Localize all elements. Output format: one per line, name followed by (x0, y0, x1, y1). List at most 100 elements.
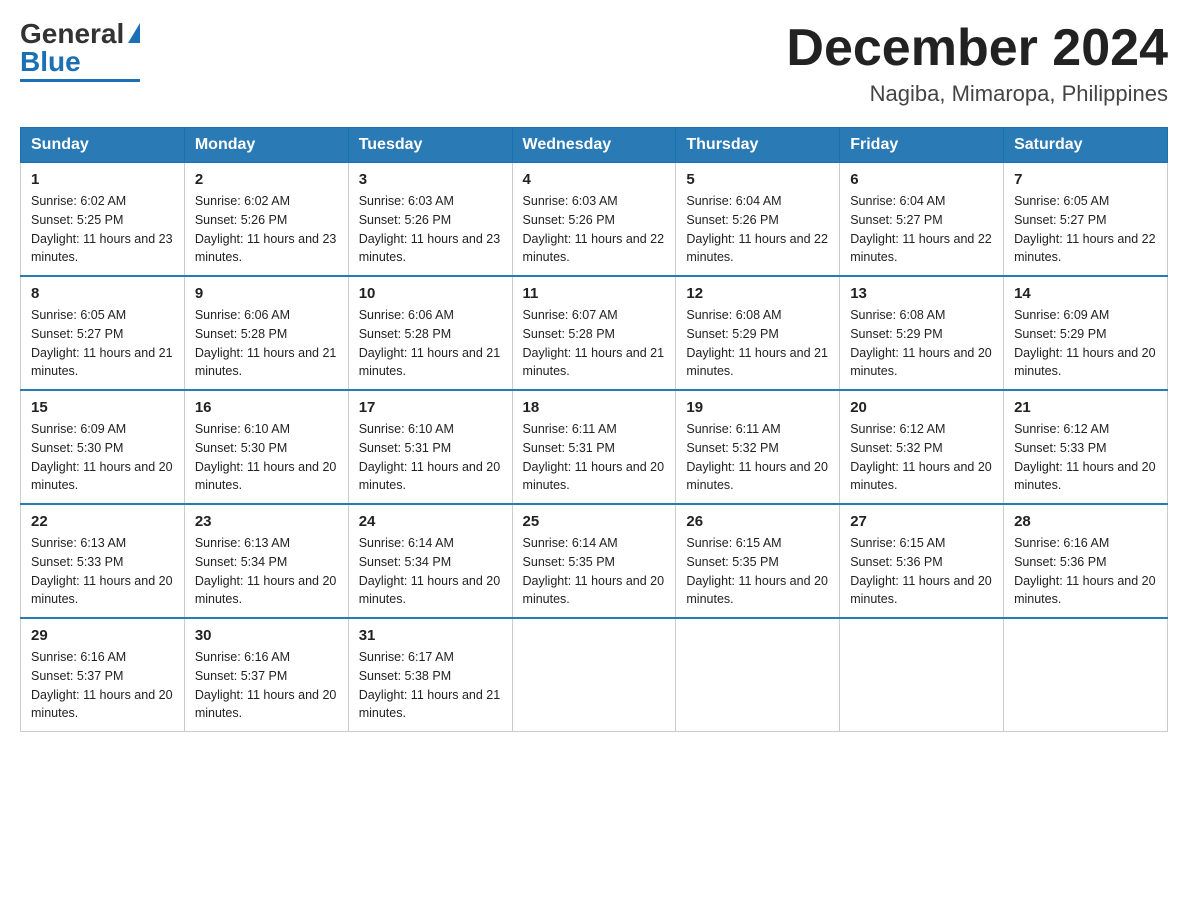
day-info: Sunrise: 6:05 AM Sunset: 5:27 PM Dayligh… (1014, 192, 1157, 267)
day-number: 27 (850, 513, 993, 530)
header-saturday: Saturday (1004, 128, 1168, 163)
week-row-3: 15 Sunrise: 6:09 AM Sunset: 5:30 PM Dayl… (21, 390, 1168, 504)
calendar-cell: 18 Sunrise: 6:11 AM Sunset: 5:31 PM Dayl… (512, 390, 676, 504)
calendar-cell: 25 Sunrise: 6:14 AM Sunset: 5:35 PM Dayl… (512, 504, 676, 618)
location-title: Nagiba, Mimaropa, Philippines (786, 81, 1168, 107)
calendar-cell: 11 Sunrise: 6:07 AM Sunset: 5:28 PM Dayl… (512, 276, 676, 390)
day-info: Sunrise: 6:11 AM Sunset: 5:31 PM Dayligh… (523, 420, 666, 495)
day-number: 29 (31, 627, 174, 644)
logo-general-text: General (20, 20, 124, 48)
day-info: Sunrise: 6:02 AM Sunset: 5:25 PM Dayligh… (31, 192, 174, 267)
day-info: Sunrise: 6:12 AM Sunset: 5:33 PM Dayligh… (1014, 420, 1157, 495)
day-info: Sunrise: 6:14 AM Sunset: 5:35 PM Dayligh… (523, 534, 666, 609)
header-row: SundayMondayTuesdayWednesdayThursdayFrid… (21, 128, 1168, 163)
calendar-cell (840, 618, 1004, 732)
day-info: Sunrise: 6:06 AM Sunset: 5:28 PM Dayligh… (359, 306, 502, 381)
calendar-cell: 20 Sunrise: 6:12 AM Sunset: 5:32 PM Dayl… (840, 390, 1004, 504)
day-number: 21 (1014, 399, 1157, 416)
calendar-cell: 21 Sunrise: 6:12 AM Sunset: 5:33 PM Dayl… (1004, 390, 1168, 504)
logo-blue-text: Blue (20, 48, 81, 76)
header-sunday: Sunday (21, 128, 185, 163)
header-monday: Monday (184, 128, 348, 163)
logo-triangle-icon (128, 23, 140, 43)
calendar-cell: 4 Sunrise: 6:03 AM Sunset: 5:26 PM Dayli… (512, 163, 676, 277)
day-info: Sunrise: 6:04 AM Sunset: 5:26 PM Dayligh… (686, 192, 829, 267)
day-number: 4 (523, 171, 666, 188)
day-number: 18 (523, 399, 666, 416)
calendar-cell: 19 Sunrise: 6:11 AM Sunset: 5:32 PM Dayl… (676, 390, 840, 504)
header-tuesday: Tuesday (348, 128, 512, 163)
calendar-cell: 9 Sunrise: 6:06 AM Sunset: 5:28 PM Dayli… (184, 276, 348, 390)
day-info: Sunrise: 6:15 AM Sunset: 5:36 PM Dayligh… (850, 534, 993, 609)
day-info: Sunrise: 6:08 AM Sunset: 5:29 PM Dayligh… (686, 306, 829, 381)
day-number: 17 (359, 399, 502, 416)
day-info: Sunrise: 6:10 AM Sunset: 5:31 PM Dayligh… (359, 420, 502, 495)
calendar-cell: 31 Sunrise: 6:17 AM Sunset: 5:38 PM Dayl… (348, 618, 512, 732)
calendar-cell: 12 Sunrise: 6:08 AM Sunset: 5:29 PM Dayl… (676, 276, 840, 390)
day-info: Sunrise: 6:15 AM Sunset: 5:35 PM Dayligh… (686, 534, 829, 609)
week-row-4: 22 Sunrise: 6:13 AM Sunset: 5:33 PM Dayl… (21, 504, 1168, 618)
calendar-cell: 3 Sunrise: 6:03 AM Sunset: 5:26 PM Dayli… (348, 163, 512, 277)
day-number: 14 (1014, 285, 1157, 302)
day-info: Sunrise: 6:07 AM Sunset: 5:28 PM Dayligh… (523, 306, 666, 381)
day-number: 13 (850, 285, 993, 302)
day-number: 23 (195, 513, 338, 530)
day-info: Sunrise: 6:13 AM Sunset: 5:33 PM Dayligh… (31, 534, 174, 609)
title-section: December 2024 Nagiba, Mimaropa, Philippi… (786, 20, 1168, 107)
day-info: Sunrise: 6:08 AM Sunset: 5:29 PM Dayligh… (850, 306, 993, 381)
day-number: 12 (686, 285, 829, 302)
day-number: 20 (850, 399, 993, 416)
calendar-cell: 13 Sunrise: 6:08 AM Sunset: 5:29 PM Dayl… (840, 276, 1004, 390)
day-info: Sunrise: 6:06 AM Sunset: 5:28 PM Dayligh… (195, 306, 338, 381)
day-number: 8 (31, 285, 174, 302)
day-info: Sunrise: 6:03 AM Sunset: 5:26 PM Dayligh… (523, 192, 666, 267)
calendar-cell: 1 Sunrise: 6:02 AM Sunset: 5:25 PM Dayli… (21, 163, 185, 277)
day-info: Sunrise: 6:09 AM Sunset: 5:30 PM Dayligh… (31, 420, 174, 495)
week-row-1: 1 Sunrise: 6:02 AM Sunset: 5:25 PM Dayli… (21, 163, 1168, 277)
day-number: 7 (1014, 171, 1157, 188)
calendar-cell (1004, 618, 1168, 732)
day-number: 6 (850, 171, 993, 188)
calendar-cell: 16 Sunrise: 6:10 AM Sunset: 5:30 PM Dayl… (184, 390, 348, 504)
day-info: Sunrise: 6:17 AM Sunset: 5:38 PM Dayligh… (359, 648, 502, 723)
day-info: Sunrise: 6:13 AM Sunset: 5:34 PM Dayligh… (195, 534, 338, 609)
calendar-cell (676, 618, 840, 732)
calendar-cell: 26 Sunrise: 6:15 AM Sunset: 5:35 PM Dayl… (676, 504, 840, 618)
day-info: Sunrise: 6:04 AM Sunset: 5:27 PM Dayligh… (850, 192, 993, 267)
week-row-5: 29 Sunrise: 6:16 AM Sunset: 5:37 PM Dayl… (21, 618, 1168, 732)
page-header: General Blue December 2024 Nagiba, Mimar… (20, 20, 1168, 107)
day-number: 16 (195, 399, 338, 416)
day-info: Sunrise: 6:02 AM Sunset: 5:26 PM Dayligh… (195, 192, 338, 267)
day-number: 15 (31, 399, 174, 416)
calendar-cell (512, 618, 676, 732)
calendar-cell: 28 Sunrise: 6:16 AM Sunset: 5:36 PM Dayl… (1004, 504, 1168, 618)
day-info: Sunrise: 6:12 AM Sunset: 5:32 PM Dayligh… (850, 420, 993, 495)
calendar-cell: 15 Sunrise: 6:09 AM Sunset: 5:30 PM Dayl… (21, 390, 185, 504)
day-info: Sunrise: 6:03 AM Sunset: 5:26 PM Dayligh… (359, 192, 502, 267)
day-number: 24 (359, 513, 502, 530)
header-friday: Friday (840, 128, 1004, 163)
calendar-cell: 6 Sunrise: 6:04 AM Sunset: 5:27 PM Dayli… (840, 163, 1004, 277)
day-number: 11 (523, 285, 666, 302)
day-number: 1 (31, 171, 174, 188)
week-row-2: 8 Sunrise: 6:05 AM Sunset: 5:27 PM Dayli… (21, 276, 1168, 390)
header-wednesday: Wednesday (512, 128, 676, 163)
calendar-cell: 22 Sunrise: 6:13 AM Sunset: 5:33 PM Dayl… (21, 504, 185, 618)
day-number: 22 (31, 513, 174, 530)
calendar-cell: 29 Sunrise: 6:16 AM Sunset: 5:37 PM Dayl… (21, 618, 185, 732)
calendar-cell: 17 Sunrise: 6:10 AM Sunset: 5:31 PM Dayl… (348, 390, 512, 504)
logo-underline (20, 79, 140, 82)
calendar-table: SundayMondayTuesdayWednesdayThursdayFrid… (20, 127, 1168, 732)
day-info: Sunrise: 6:16 AM Sunset: 5:36 PM Dayligh… (1014, 534, 1157, 609)
logo: General Blue (20, 20, 140, 82)
day-info: Sunrise: 6:09 AM Sunset: 5:29 PM Dayligh… (1014, 306, 1157, 381)
day-number: 31 (359, 627, 502, 644)
day-number: 28 (1014, 513, 1157, 530)
calendar-cell: 23 Sunrise: 6:13 AM Sunset: 5:34 PM Dayl… (184, 504, 348, 618)
day-number: 25 (523, 513, 666, 530)
day-number: 5 (686, 171, 829, 188)
day-number: 9 (195, 285, 338, 302)
day-number: 3 (359, 171, 502, 188)
day-number: 10 (359, 285, 502, 302)
calendar-cell: 27 Sunrise: 6:15 AM Sunset: 5:36 PM Dayl… (840, 504, 1004, 618)
